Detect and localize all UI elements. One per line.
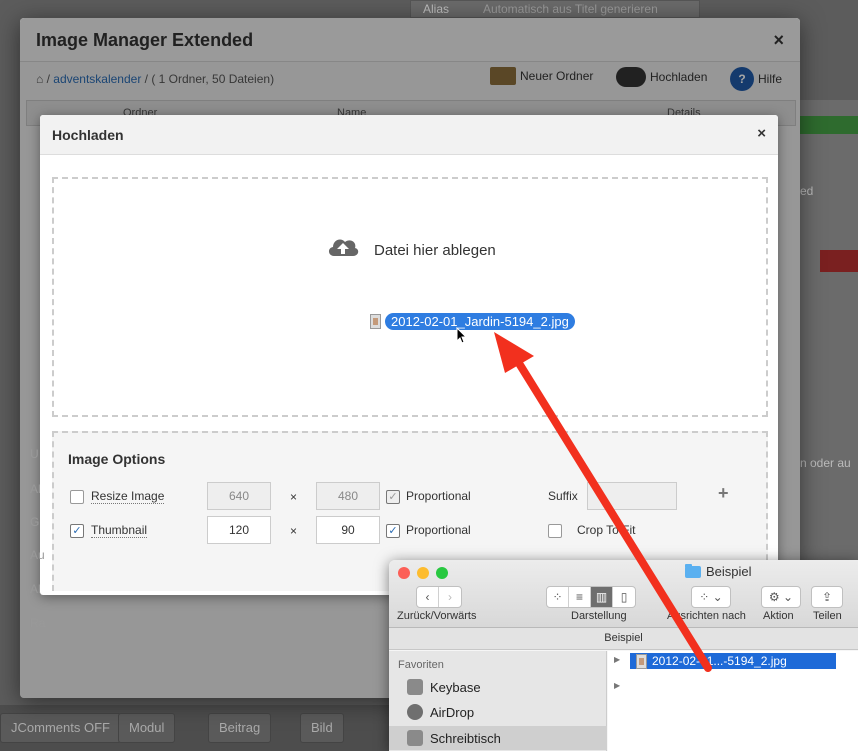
alias-field: Alias Automatisch aus Titel generieren [410, 0, 700, 18]
thumb-proportional-checkbox[interactable]: ✓ [386, 524, 400, 538]
background-text-1: ed [800, 184, 814, 198]
add-option-icon[interactable]: + [718, 483, 729, 504]
thumbnail-label: Thumbnail [91, 523, 148, 538]
thumb-width-input[interactable]: 120 [207, 516, 271, 544]
back-forward-control[interactable]: ‹ › [416, 586, 462, 608]
keybase-icon [407, 679, 423, 695]
resize-proportional-checkbox[interactable]: ✓ [386, 490, 400, 504]
forward-icon[interactable]: › [439, 587, 461, 607]
thumb-times-sign: × [290, 524, 298, 538]
share-label: Teilen [813, 610, 842, 622]
jcomments-button: JComments OFF [0, 713, 121, 743]
bg-left-label-3: G [30, 515, 40, 529]
sidebar-item-keybase[interactable]: Keybase [389, 675, 607, 699]
drop-zone[interactable]: Datei hier ablegen 2012-02-01_Jardin-519… [52, 177, 768, 417]
disclosure-triangle-icon[interactable]: ▶ [614, 655, 620, 664]
suffix-label: Suffix [548, 489, 578, 503]
back-forward-label: Zurück/Vorwärts [397, 610, 477, 622]
close-window-button[interactable] [398, 567, 410, 579]
sidebar-item-label: AirDrop [430, 704, 475, 720]
arrange-label: Ausrichten nach [667, 610, 746, 622]
airdrop-icon [407, 704, 423, 720]
view-mode-control[interactable]: ⁘ ≡ ▥ ▯ [546, 586, 636, 608]
beitrag-button: Beitrag [208, 713, 272, 743]
sidebar-item-desktop[interactable]: Schreibtisch [389, 726, 607, 750]
bg-left-label-1: U [30, 447, 39, 461]
sidebar-item-label: Schreibtisch [430, 730, 501, 746]
folder-icon [685, 563, 701, 578]
disclosure-triangle-icon[interactable]: ▶ [614, 681, 620, 690]
thumbnail-checkbox[interactable]: ✓ [70, 524, 84, 538]
drop-text: Datei hier ablegen [374, 242, 496, 259]
zoom-window-button[interactable] [436, 567, 448, 579]
suffix-input[interactable] [587, 482, 677, 510]
bg-left-label-2: Al [30, 482, 41, 496]
thumb-height-input[interactable]: 90 [316, 516, 380, 544]
upload-header: Hochladen × [40, 115, 778, 155]
selected-file-name: 2012-02-01...-5194_2.jpg [652, 654, 787, 668]
share-icon[interactable]: ⇪ [812, 587, 842, 607]
desktop-icon [407, 730, 423, 746]
sidebar-item-airdrop[interactable]: AirDrop [389, 700, 607, 724]
bg-left-label-4: Au [30, 548, 45, 562]
crop-to-fit-checkbox[interactable] [548, 524, 562, 538]
resize-width-input[interactable]: 640 [207, 482, 271, 510]
gear-icon[interactable]: ⚙ ⌄ [762, 587, 800, 607]
crop-to-fit-label: Crop To Fit [577, 523, 636, 537]
bg-left-label-5: Al [30, 582, 41, 596]
minimize-window-button[interactable] [417, 567, 429, 579]
dragged-file-name: 2012-02-01_Jardin-5194_2.jpg [385, 313, 575, 330]
modul-button: Modul [118, 713, 176, 743]
resize-proportional-label: Proportional [406, 489, 471, 503]
action-label: Aktion [763, 610, 794, 622]
upload-title: Hochladen [52, 127, 124, 143]
sidebar-heading: Favoriten [398, 659, 444, 671]
resize-height-input[interactable]: 480 [316, 482, 380, 510]
mouse-cursor-icon [456, 327, 468, 344]
view-label: Darstellung [571, 610, 627, 622]
dragged-file: 2012-02-01_Jardin-5194_2.jpg [370, 313, 575, 330]
upload-close-button[interactable]: × [757, 125, 766, 142]
sidebar-item-label: Keybase [430, 679, 481, 695]
arrange-icon[interactable]: ⁘ ⌄ [692, 587, 730, 607]
alias-placeholder: Automatisch aus Titel generieren [483, 2, 658, 16]
arrange-control[interactable]: ⁘ ⌄ [691, 586, 731, 608]
alias-label: Alias [423, 2, 450, 16]
coverflow-view-icon[interactable]: ▯ [613, 587, 635, 607]
resize-times-sign: × [290, 490, 298, 504]
image-file-icon [370, 314, 381, 329]
bg-left-label-6: Ra [30, 616, 46, 630]
finder-sidebar: Favoriten Keybase AirDrop Schreibtisch [389, 651, 607, 751]
background-red-block [820, 250, 858, 272]
back-icon[interactable]: ‹ [417, 587, 439, 607]
background-text-2: n oder au [800, 456, 851, 470]
action-control[interactable]: ⚙ ⌄ [761, 586, 801, 608]
icon-view-icon[interactable]: ⁘ [547, 587, 569, 607]
resize-image-label: Resize Image [91, 489, 165, 504]
finder-title: Beispiel [685, 563, 752, 579]
share-control[interactable]: ⇪ [811, 586, 843, 608]
list-view-icon[interactable]: ≡ [569, 587, 591, 607]
cloud-upload-icon [328, 239, 359, 256]
bild-button: Bild [300, 713, 344, 743]
finder-column: ▶ ▶ 2012-02-01...-5194_2.jpg [608, 651, 858, 751]
finder-titlebar: Beispiel ‹ › Zurück/Vorwärts ⁘ ≡ ▥ ▯ Dar… [389, 560, 858, 628]
finder-path-bar: Beispiel [389, 628, 858, 650]
resize-image-checkbox[interactable] [70, 490, 84, 504]
selected-file-row[interactable]: 2012-02-01...-5194_2.jpg [630, 653, 836, 669]
column-view-icon[interactable]: ▥ [591, 587, 613, 607]
finder-title-text: Beispiel [706, 564, 752, 579]
thumb-proportional-label: Proportional [406, 523, 471, 537]
finder-window: Beispiel ‹ › Zurück/Vorwärts ⁘ ≡ ▥ ▯ Dar… [389, 560, 858, 751]
image-file-icon [636, 653, 647, 669]
upload-dialog: Hochladen × Datei hier ablegen 2012-02-0… [40, 115, 778, 595]
image-options-title: Image Options [68, 451, 166, 467]
